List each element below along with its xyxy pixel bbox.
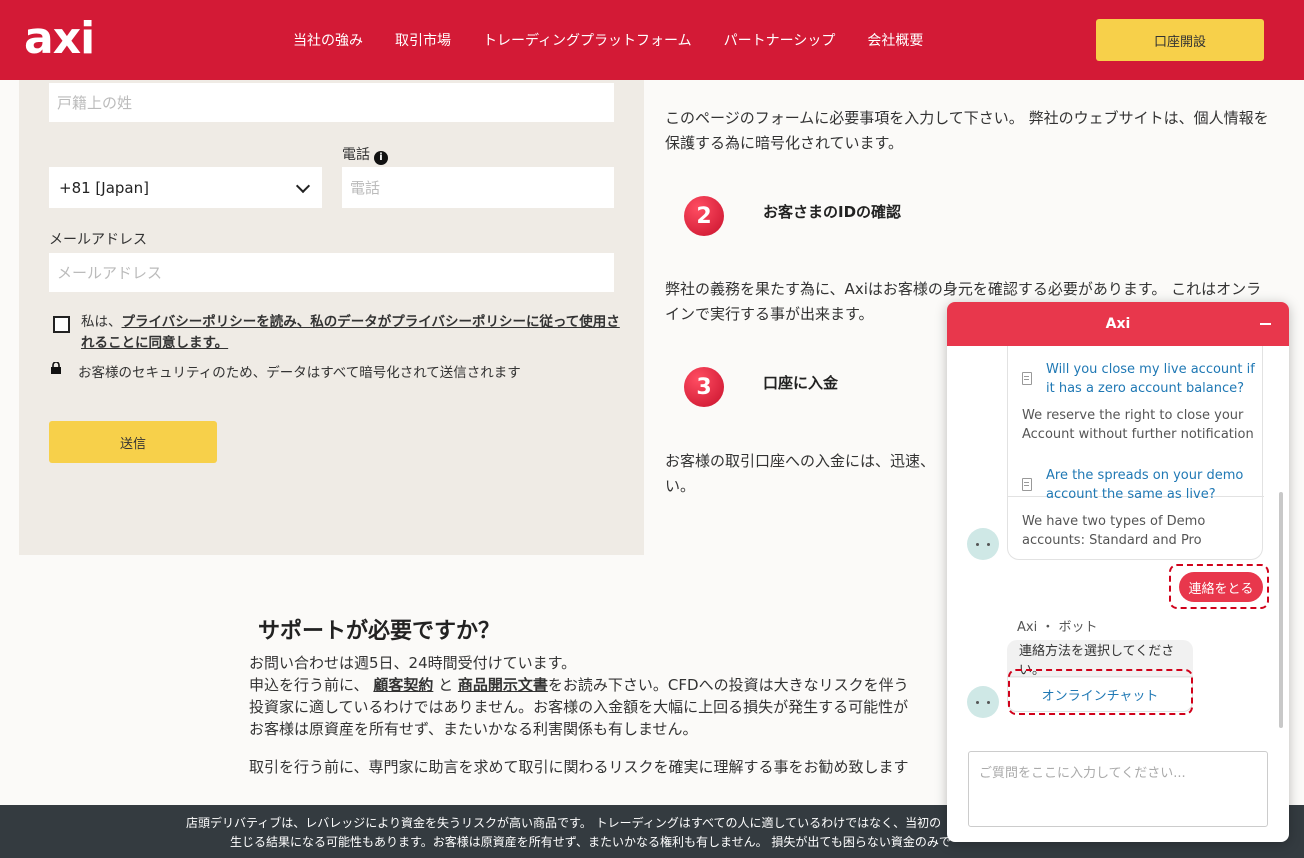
open-account-button[interactable]: 口座開設 — [1096, 19, 1264, 61]
step-3-text-2: い。 — [665, 477, 696, 495]
highlight-box — [1008, 669, 1193, 715]
chat-widget: Axi Will you close my live account if it… — [947, 302, 1289, 842]
footer-line-1: 店頭デリバティブは、レバレッジにより資金を失うリスクが高い商品です。 トレーディ… — [186, 816, 942, 830]
support-line-5: 取引を行う前に、専門家に助言を求めて取引に関わるリスクを確実に理解する事をお勧め… — [249, 758, 909, 776]
site-header: axi 当社の強み 取引市場 トレーディングプラットフォーム パートナーシップ … — [0, 0, 1304, 80]
faq-question[interactable]: Are the spreads on your demo account the… — [1046, 466, 1256, 504]
support-line-3: 投資家に適しているわけではありません。お客様の入金額を大幅に上回る損失が発生する… — [249, 698, 909, 716]
faq-cards: Will you close my live account if it has… — [1007, 346, 1264, 560]
faq-answer: We have two types of Demo accounts: Stan… — [1022, 514, 1206, 548]
chat-header: Axi — [947, 302, 1289, 346]
faq-answer: We reserve the right to close your Accou… — [1022, 408, 1254, 442]
phone-input[interactable]: 電話 — [342, 167, 614, 208]
step-3-badge: 3 — [684, 367, 724, 407]
support-line-2b: と — [433, 676, 458, 694]
bot-name: Axi ・ ボット — [1017, 620, 1098, 635]
chevron-down-icon — [295, 178, 311, 194]
faq-card[interactable]: Are the spreads on your demo account the… — [1008, 452, 1264, 560]
submit-button[interactable]: 送信 — [49, 421, 217, 463]
nav-about[interactable]: 会社概要 — [867, 30, 923, 50]
chat-title: Axi — [1105, 316, 1131, 332]
step-3-text: お客様の取引口座への入金には、迅速、 — [665, 452, 936, 470]
client-agreement-link[interactable]: 顧客契約 — [373, 676, 433, 694]
support-line-2c: をお読み下さい。CFDへの投資は大きなリスクを伴う — [547, 676, 909, 694]
minimize-icon[interactable] — [1260, 323, 1271, 325]
main-nav: 当社の強み 取引市場 トレーディングプラットフォーム パートナーシップ 会社概要 — [293, 30, 955, 50]
document-icon — [1022, 478, 1032, 491]
email-input[interactable]: メールアドレス — [49, 253, 614, 292]
support-line-2a: 申込を行う前に、 — [249, 676, 369, 694]
footer-line-2: 生じる結果になる可能性もあります。お客様は原資産を所有せず、またいかなる権利も有… — [230, 835, 951, 849]
support-title: サポートが必要ですか？ — [258, 619, 501, 644]
consent-text: 私は、プライバシーポリシーを読み、私のデータがプライバシーポリシーに従って使用さ… — [81, 312, 621, 354]
support-line-1: お問い合わせは週5日、24時間受付けています。 — [249, 654, 577, 672]
document-icon — [1022, 372, 1032, 385]
axi-logo[interactable]: axi — [24, 14, 95, 64]
intro-text: このページのフォームに必要事項を入力して下さい。 弊社のウェブサイトは、個人情報… — [665, 109, 1269, 152]
consent-checkbox[interactable] — [53, 316, 70, 333]
step-2-badge: 2 — [684, 196, 724, 236]
country-code-value: +81 [Japan] — [59, 178, 149, 197]
step-2-title: お客さまのIDの確認 — [763, 203, 902, 221]
country-code-select[interactable]: +81 [Japan] — [49, 167, 322, 208]
support-line-4: お客様は原資産を所有せず、またいかなる利害関係も有しません。 — [249, 720, 698, 738]
contact-button[interactable]: 連絡をとる — [1179, 572, 1263, 602]
nav-platforms[interactable]: トレーディングプラットフォーム — [483, 30, 692, 50]
signup-form: 戸籍上の姓 電話 i +81 [Japan] 電話 メールアドレス メールアドレス… — [19, 80, 644, 555]
consent-prefix: 私は、 — [81, 314, 122, 330]
faq-question[interactable]: Will you close my live account if it has… — [1046, 360, 1256, 398]
info-icon[interactable]: i — [374, 151, 388, 165]
support-body: お問い合わせは週5日、24時間受付けています。 申込を行う前に、 顧客契約 と … — [249, 652, 949, 740]
phone-label-text: 電話 — [342, 147, 370, 163]
lock-icon — [51, 362, 61, 374]
chat-message-input[interactable]: ご質問をここに入力してください... — [968, 751, 1268, 827]
email-label: メールアドレス — [49, 232, 147, 248]
chat-scrollbar[interactable] — [1279, 492, 1283, 728]
phone-label: 電話 i — [342, 144, 388, 165]
nav-strengths[interactable]: 当社の強み — [293, 30, 363, 50]
security-note: お客様のセキュリティのため、データはすべて暗号化されて送信されます — [78, 365, 521, 381]
support-line-2: 申込を行う前に、 顧客契約 と 商品開示文書をお読み下さい。CFDへの投資は大き… — [249, 674, 949, 696]
nav-markets[interactable]: 取引市場 — [395, 30, 451, 50]
product-disclosure-link[interactable]: 商品開示文書 — [458, 676, 548, 694]
bot-avatar — [967, 528, 999, 560]
bot-avatar — [967, 686, 999, 718]
surname-input[interactable]: 戸籍上の姓 — [49, 83, 614, 122]
privacy-policy-link[interactable]: プライバシーポリシーを読み、私のデータがプライバシーポリシーに従って使用されるこ… — [81, 314, 620, 351]
nav-partnership[interactable]: パートナーシップ — [724, 30, 836, 50]
step-3-title: 口座に入金 — [763, 374, 839, 392]
